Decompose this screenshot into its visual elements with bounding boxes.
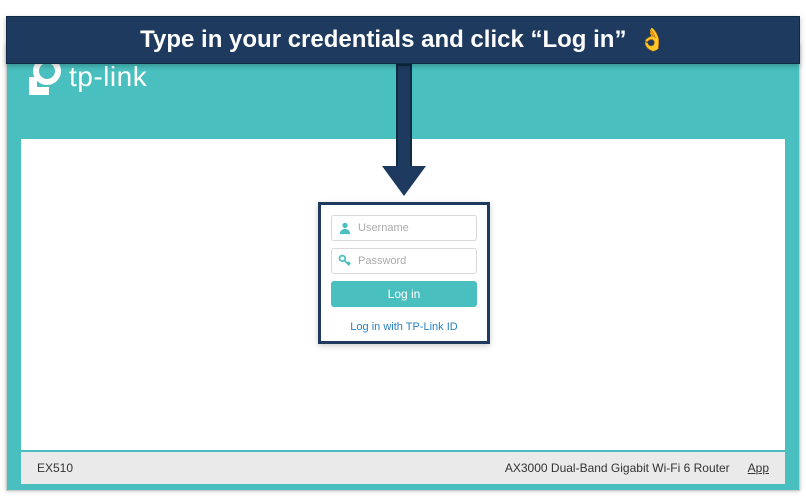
instruction-banner: Type in your credentials and click “Log … xyxy=(6,16,800,64)
password-field-wrapper xyxy=(331,248,477,274)
login-with-tplink-id-link[interactable]: Log in with TP-Link ID xyxy=(331,317,477,335)
username-input[interactable] xyxy=(358,222,470,234)
key-icon xyxy=(338,254,352,268)
tp-link-logo-text: tp-link xyxy=(69,61,147,93)
username-field-wrapper xyxy=(331,215,477,241)
footer-product-name: AX3000 Dual-Band Gigabit Wi-Fi 6 Router xyxy=(505,461,730,475)
login-card: Log in Log in with TP-Link ID xyxy=(318,202,490,344)
router-footer: EX510 AX3000 Dual-Band Gigabit Wi-Fi 6 R… xyxy=(21,452,785,484)
user-icon xyxy=(338,221,352,235)
instruction-arrow-head xyxy=(382,166,426,196)
instruction-text: Type in your credentials and click “Log … xyxy=(140,26,626,54)
ok-hand-icon: 👌 xyxy=(638,27,665,53)
password-input[interactable] xyxy=(358,255,470,267)
login-button[interactable]: Log in xyxy=(331,281,477,307)
footer-model: EX510 xyxy=(37,461,73,475)
footer-app-link[interactable]: App xyxy=(748,461,769,475)
instruction-arrow xyxy=(396,64,412,174)
